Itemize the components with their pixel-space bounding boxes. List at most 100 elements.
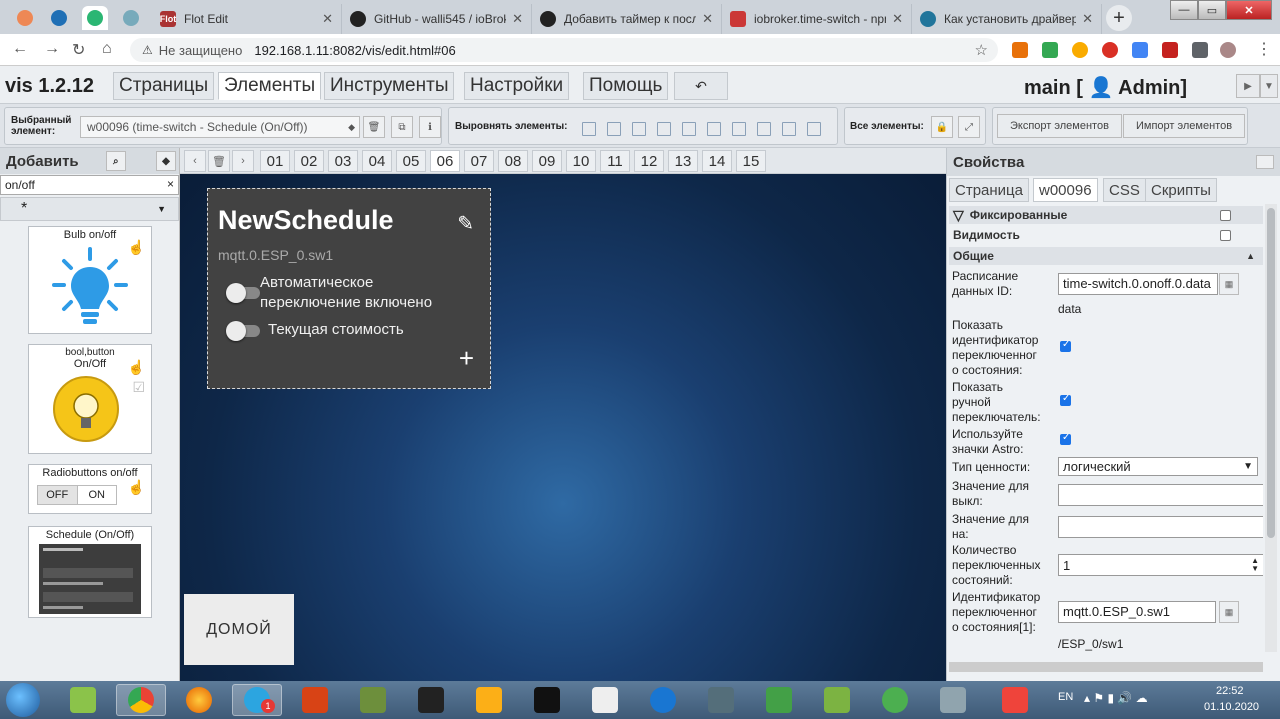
tag-icon[interactable]: ◆ — [156, 151, 176, 171]
extension-icon[interactable] — [1162, 42, 1178, 58]
undo-button[interactable]: ↶ — [674, 72, 728, 100]
browser-tab[interactable]: Flot Flot Edit ✕ — [152, 4, 342, 34]
off-value-input[interactable] — [1058, 484, 1263, 506]
maximize-button[interactable]: ▭ — [1198, 0, 1226, 20]
visibility-checkbox[interactable] — [1220, 230, 1231, 241]
align-center-v-icon[interactable] — [682, 122, 696, 136]
url-field[interactable]: ⚠ Не защищено 192.168.1.11:8082/vis/edit… — [130, 38, 998, 62]
copy-icon[interactable]: ⧉ — [391, 116, 413, 138]
pinned-tab-4[interactable] — [118, 6, 144, 30]
selected-element-select[interactable]: w00096 (time-switch - Schedule (On/Off))… — [80, 116, 360, 138]
puzzle-icon[interactable] — [1192, 42, 1208, 58]
extension-icon[interactable] — [1102, 42, 1118, 58]
home-button[interactable]: ДОМОЙ — [184, 594, 294, 665]
page-tab[interactable]: 01 — [260, 150, 290, 172]
taskbar-app[interactable] — [812, 684, 862, 716]
filter-input[interactable]: on/off × — [0, 175, 179, 195]
taskbar-anydesk[interactable] — [990, 684, 1040, 716]
tab-help[interactable]: Помощь — [583, 72, 669, 100]
start-button[interactable] — [6, 683, 40, 717]
taskbar-telegram[interactable]: 1 — [232, 684, 282, 716]
forward-icon[interactable]: → — [44, 40, 60, 58]
search-icon[interactable]: ⌕ — [105, 151, 126, 171]
window-close-button[interactable]: ✕ — [1226, 0, 1272, 20]
widget-schedule[interactable]: Schedule (On/Off) — [28, 526, 152, 618]
page-tab[interactable]: 15 — [736, 150, 766, 172]
taskbar-app[interactable] — [580, 684, 630, 716]
tab-pages[interactable]: Страницы — [113, 72, 215, 100]
page-tab[interactable]: 08 — [498, 150, 528, 172]
run-icon[interactable]: ▶ — [1236, 74, 1260, 98]
tab-css[interactable]: CSS — [1103, 178, 1146, 202]
page-tab[interactable]: 07 — [464, 150, 494, 172]
state-id-input[interactable]: mqtt.0.ESP_0.sw1 — [1058, 601, 1216, 623]
lock-icon[interactable]: 🔒 — [931, 116, 953, 138]
info-icon[interactable]: ℹ — [419, 116, 441, 138]
value-type-select[interactable]: логический ▼ — [1058, 457, 1258, 476]
browser-tab[interactable]: Добавить таймер к посл ✕ — [532, 4, 722, 34]
widget-bool-button[interactable]: bool,button On/Off ☝ ☑ — [28, 344, 152, 454]
same-size-icon[interactable] — [782, 122, 796, 136]
taskbar-rockstar[interactable] — [464, 684, 514, 716]
state-count-input[interactable]: 1 ▲ ▼ — [1058, 554, 1263, 576]
tab-elements[interactable]: Элементы — [218, 72, 322, 100]
select-id-icon[interactable]: ▦ — [1219, 273, 1239, 295]
expand-icon[interactable]: ⤢ — [958, 116, 980, 138]
horizontal-scrollbar[interactable] — [949, 662, 1263, 672]
taskbar-pubg[interactable] — [406, 684, 456, 716]
browser-tab[interactable]: iobroker.time-switch - npm ✕ — [722, 4, 912, 34]
fixed-section[interactable]: ▽ Фиксированные — [949, 206, 1263, 224]
edit-canvas[interactable]: NewSchedule ✎ mqtt.0.ESP_0.sw1 Автоматич… — [180, 174, 946, 681]
browser-tab[interactable]: Как установить драйвер ✕ — [912, 4, 1102, 34]
taskbar-app[interactable] — [290, 684, 340, 716]
schedule-widget[interactable]: NewSchedule ✎ mqtt.0.ESP_0.sw1 Автоматич… — [207, 188, 491, 389]
taskbar-epic[interactable] — [522, 684, 572, 716]
tray-icons[interactable]: ▴ ⚑ ▮ 🔊 ☁ — [1084, 691, 1148, 705]
taskbar-utorrent[interactable] — [870, 684, 920, 716]
taskbar-app[interactable] — [638, 684, 688, 716]
widget-bulb[interactable]: Bulb on/off ☝ — [28, 226, 152, 334]
tab-settings[interactable]: Настройки — [464, 72, 570, 100]
page-tab[interactable]: 11 — [600, 150, 630, 172]
distribute-v-icon[interactable] — [757, 122, 771, 136]
taskbar-minecraft[interactable] — [348, 684, 398, 716]
back-icon[interactable]: ← — [12, 40, 28, 58]
auto-switch-toggle[interactable] — [226, 283, 260, 303]
align-right-icon[interactable] — [607, 122, 621, 136]
widget-radiobuttons[interactable]: Radiobuttons on/off ☝ OFF ON — [28, 464, 152, 514]
taskbar-app[interactable] — [58, 684, 108, 716]
close-icon[interactable]: ✕ — [1082, 11, 1093, 27]
browser-tab[interactable]: GitHub - walli545 / ioBrok ✕ — [342, 4, 532, 34]
page-tab[interactable]: 14 — [702, 150, 732, 172]
close-icon[interactable]: ✕ — [322, 11, 333, 27]
delete-icon[interactable]: 🗑 — [363, 116, 385, 138]
panel-menu-icon[interactable] — [1256, 155, 1274, 169]
fixed-checkbox[interactable] — [1220, 210, 1231, 221]
close-icon[interactable]: ✕ — [702, 11, 713, 27]
add-icon[interactable]: + — [459, 343, 474, 374]
extension-icon[interactable] — [1072, 42, 1088, 58]
next-page-icon[interactable]: › — [232, 150, 254, 172]
page-tab[interactable]: 10 — [566, 150, 596, 172]
current-value-toggle[interactable] — [226, 321, 260, 341]
taskbar-app[interactable] — [928, 684, 978, 716]
page-tab[interactable]: 03 — [328, 150, 358, 172]
taskbar-app[interactable] — [696, 684, 746, 716]
use-astro-checkbox[interactable] — [1060, 432, 1071, 445]
distribute-h-icon[interactable] — [732, 122, 746, 136]
widget-set-select[interactable]: * ▼ — [0, 197, 179, 221]
tab-scripts[interactable]: Скрипты — [1145, 178, 1217, 202]
pinned-tab-2[interactable] — [46, 6, 72, 30]
show-state-id-checkbox[interactable] — [1060, 339, 1071, 352]
collapse-icon[interactable]: ▲ — [1246, 251, 1255, 261]
page-tab[interactable]: 12 — [634, 150, 664, 172]
chevron-down-icon[interactable]: ▼ — [1260, 74, 1278, 98]
tab-page[interactable]: Страница — [949, 178, 1029, 202]
translate-icon[interactable] — [1132, 42, 1148, 58]
bookmark-star-icon[interactable]: ☆ — [975, 41, 988, 59]
align-center-h-icon[interactable] — [707, 122, 721, 136]
align-left-icon[interactable] — [582, 122, 596, 136]
pinned-tab-active[interactable] — [82, 6, 108, 30]
align-top-icon[interactable] — [632, 122, 646, 136]
home-icon[interactable]: ⌂ — [102, 40, 112, 58]
